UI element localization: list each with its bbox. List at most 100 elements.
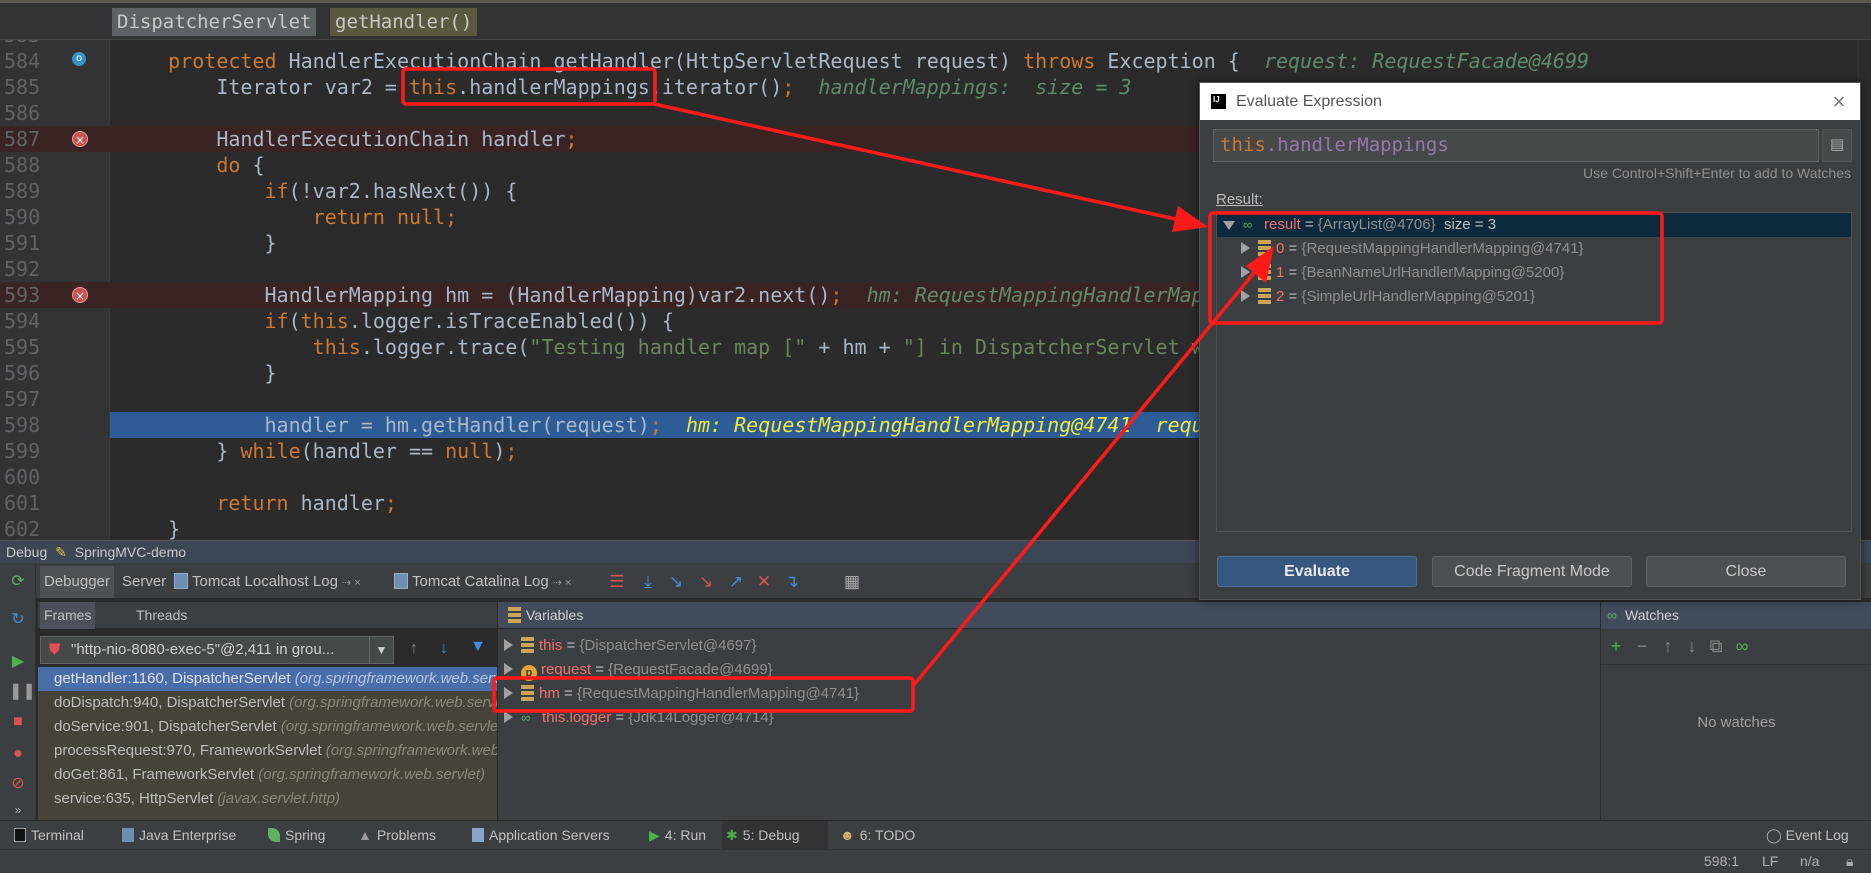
line-number[interactable]: 591 — [4, 230, 46, 256]
result-item-row[interactable]: 1 = {BeanNameUrlHandlerMapping@5200} — [1217, 261, 1851, 285]
refresh-icon[interactable]: ↻ — [9, 611, 27, 629]
tab-tomcat-catalina-log[interactable]: Tomcat Catalina Log ⇢ × — [390, 566, 575, 598]
stack-frame[interactable]: doDispatch:940, DispatcherServlet (org.s… — [38, 691, 497, 715]
tab-threads[interactable]: Threads — [132, 602, 191, 629]
toolwindow-terminal[interactable]: Terminal — [10, 821, 88, 850]
breakpoint-invalid-icon[interactable]: × — [72, 287, 88, 303]
copy-icon[interactable]: ⧉ — [1707, 637, 1725, 655]
code-line[interactable]: 583 — [0, 40, 1860, 48]
stack-frame[interactable]: doService:901, DispatcherServlet (org.sp… — [38, 715, 497, 739]
pause-icon[interactable]: ❚❚ — [9, 683, 36, 701]
force-step-into-icon[interactable]: ↘ — [696, 573, 716, 591]
lock-icon[interactable]: 🔒︎ — [1846, 850, 1853, 873]
move-down-icon[interactable]: ↓ — [1683, 637, 1701, 655]
tab-server[interactable]: Server — [118, 566, 170, 598]
line-number[interactable]: 587 — [4, 126, 46, 152]
expand-icon[interactable] — [504, 687, 513, 699]
add-watch-icon[interactable]: + — [1607, 637, 1625, 655]
result-root-row[interactable]: ∞ result = {ArrayList@4706} size = 3 — [1217, 213, 1851, 237]
line-number[interactable]: 584 — [4, 48, 46, 74]
line-number[interactable]: 594 — [4, 308, 46, 334]
tab-frames[interactable]: Frames — [40, 602, 96, 629]
expression-input[interactable]: this.handlerMappings — [1213, 129, 1819, 162]
line-number[interactable]: 583 — [4, 40, 46, 48]
file-encoding[interactable]: n/a — [1800, 850, 1819, 873]
line-number[interactable]: 602 — [4, 516, 46, 540]
breadcrumb-method[interactable]: getHandler() — [330, 8, 478, 36]
expand-icon[interactable] — [1241, 242, 1250, 254]
overrides-method-icon[interactable]: o — [72, 52, 86, 66]
tab-debugger[interactable]: Debugger — [40, 566, 114, 598]
tab-tomcat-localhost-log[interactable]: Tomcat Localhost Log ⇢ × — [170, 566, 365, 598]
close-icon[interactable]: × — [1824, 83, 1854, 120]
result-item-row[interactable]: 2 = {SimpleUrlHandlerMapping@5201} — [1217, 285, 1851, 309]
toolwindow-todo[interactable]: ☻ 6: TODO — [836, 821, 919, 850]
line-number[interactable]: 601 — [4, 490, 46, 516]
rerun-icon[interactable]: ⟳ — [9, 573, 27, 591]
mute-breakpoints-icon[interactable]: ⊘ — [9, 775, 27, 793]
evaluate-expression-icon[interactable]: ▦ — [842, 573, 862, 591]
stack-frame[interactable]: doGet:861, FrameworkServlet (org.springf… — [38, 763, 497, 787]
line-number[interactable]: 592 — [4, 256, 46, 282]
resume-icon[interactable]: ▶ — [9, 653, 27, 671]
line-number[interactable]: 588 — [4, 152, 46, 178]
more-icon[interactable]: » — [9, 801, 27, 819]
close-button[interactable]: Close — [1646, 556, 1846, 587]
result-tree[interactable]: ∞ result = {ArrayList@4706} size = 3 0 = … — [1216, 212, 1852, 532]
filter-icon[interactable]: ▼ — [470, 638, 486, 656]
expand-icon[interactable] — [504, 663, 513, 675]
breadcrumb-class[interactable]: DispatcherServlet — [112, 8, 317, 36]
previous-frame-icon[interactable]: ↑ — [410, 640, 418, 658]
breakpoint-invalid-icon[interactable]: × — [72, 131, 88, 147]
line-number[interactable]: 590 — [4, 204, 46, 230]
stack-frame[interactable]: getHandler:1160, DispatcherServlet (org.… — [38, 667, 497, 691]
expand-icon[interactable] — [1241, 290, 1250, 302]
code-fragment-mode-button[interactable]: Code Fragment Mode — [1432, 556, 1632, 587]
stack-frame[interactable]: processRequest:970, FrameworkServlet (or… — [38, 739, 497, 763]
line-number[interactable]: 597 — [4, 386, 46, 412]
thread-selector[interactable]: ⛊ "http-nio-8080-exec-5"@2,411 in grou..… — [40, 636, 394, 664]
step-into-icon[interactable]: ↘ — [666, 573, 686, 591]
line-number[interactable]: 589 — [4, 178, 46, 204]
line-separator[interactable]: LF — [1762, 850, 1778, 873]
stack-frame[interactable]: service:635, HttpServlet (javax.servlet.… — [38, 787, 497, 811]
drop-frame-icon[interactable]: ✕ — [754, 573, 774, 591]
expand-icon[interactable] — [504, 711, 513, 723]
run-to-cursor-icon[interactable]: ↴ — [782, 573, 802, 591]
show-execution-point-icon[interactable]: ☰ — [607, 573, 627, 591]
toolwindow-problems[interactable]: ▲ Problems — [354, 821, 440, 850]
event-log-button[interactable]: ◯ Event Log — [1762, 821, 1853, 850]
toolwindow-run[interactable]: ▶ 4: Run — [645, 821, 710, 850]
toolwindow-java-enterprise[interactable]: Java Enterprise — [118, 821, 240, 850]
result-item-row[interactable]: 0 = {RequestMappingHandlerMapping@4741} — [1217, 237, 1851, 261]
step-out-icon[interactable]: ↗ — [726, 573, 746, 591]
history-button[interactable]: ▤ — [1822, 129, 1852, 162]
variable-row[interactable]: this = {DispatcherServlet@4697} — [498, 634, 756, 658]
dialog-title-bar[interactable]: IJ Evaluate Expression × — [1200, 83, 1860, 120]
stop-icon[interactable]: ■ — [9, 713, 27, 731]
variable-row[interactable]: p request = {RequestFacade@4699} — [498, 658, 773, 682]
step-over-icon[interactable]: ⤓ — [638, 573, 658, 591]
remove-watch-icon[interactable]: − — [1633, 637, 1651, 655]
expand-icon[interactable] — [1241, 266, 1250, 278]
toolwindow-application-servers[interactable]: Application Servers — [468, 821, 614, 850]
variables-tree[interactable]: this = {DispatcherServlet@4697} p request … — [497, 629, 1600, 820]
line-number[interactable]: 598 — [4, 412, 46, 438]
collapse-icon[interactable] — [1223, 221, 1235, 230]
line-number[interactable]: 586 — [4, 100, 46, 126]
chevron-down-icon[interactable]: ▼ — [369, 637, 393, 663]
evaluate-button[interactable]: Evaluate — [1217, 556, 1417, 587]
expand-icon[interactable] — [504, 639, 513, 651]
code-line[interactable]: 584 o protected HandlerExecutionChain get… — [0, 48, 1860, 74]
line-number[interactable]: 600 — [4, 464, 46, 490]
view-breakpoints-icon[interactable]: ● — [9, 745, 27, 763]
toolwindow-debug[interactable]: ✱ 5: Debug — [722, 821, 828, 850]
variable-row[interactable]: ∞ this.logger = {Jdk14Logger@4714} — [498, 706, 774, 730]
line-number[interactable]: 599 — [4, 438, 46, 464]
line-number[interactable]: 595 — [4, 334, 46, 360]
line-number[interactable]: 596 — [4, 360, 46, 386]
next-frame-icon[interactable]: ↓ — [440, 640, 448, 658]
frames-list[interactable]: getHandler:1160, DispatcherServlet (org.… — [38, 667, 497, 820]
pin-close-icon[interactable]: ⇢ × — [342, 577, 361, 589]
move-up-icon[interactable]: ↑ — [1659, 637, 1677, 655]
